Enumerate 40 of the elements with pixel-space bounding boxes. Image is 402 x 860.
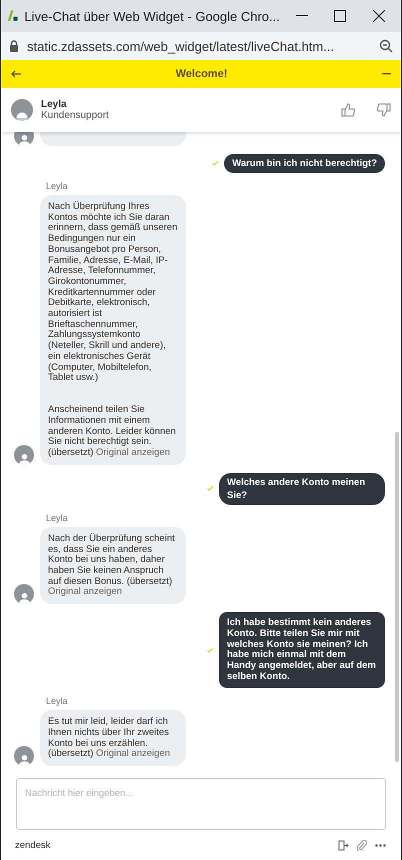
show-original-link[interactable]: Original anzeigen bbox=[96, 447, 170, 458]
person-icon bbox=[18, 452, 30, 465]
window-title: Live-Chat über Web Widget - Google Chro... bbox=[24, 8, 280, 24]
message-input[interactable]: Nachricht hier eingeben... bbox=[17, 779, 385, 829]
more-button[interactable] bbox=[375, 844, 386, 846]
scrollbar-thumb[interactable] bbox=[395, 432, 399, 762]
check-icon bbox=[207, 648, 213, 653]
brand-name: zendesk bbox=[15, 840, 52, 850]
visitor-message: Ich habe bestimmt kein anderes Konto. Bitte teilen Sie mir mit welches Konto sie meinen? Ich habe mich einmal mit dem Handy angemeldet, aber auf dem selben Konto. bbox=[219, 612, 385, 688]
close-icon bbox=[372, 10, 385, 22]
maximize-icon bbox=[334, 10, 346, 22]
attach-button[interactable] bbox=[357, 840, 367, 850]
widget-title: Welcome! bbox=[176, 68, 228, 80]
thumbs-up-button[interactable] bbox=[341, 103, 355, 117]
agent-message: Nach der Überprüfung scheint es, dass Sie ein anderes Konto bei uns haben, daher haben Sie keinen Anspruch auf diesen Bonus. (übersetzt) Original anzeigen bbox=[48, 534, 176, 598]
visitor-message: Warum bin ich nicht berechtigt? bbox=[224, 154, 385, 173]
person-icon bbox=[18, 134, 30, 146]
show-original-link[interactable]: Original anzeigen bbox=[48, 586, 122, 598]
person-icon bbox=[18, 754, 30, 766]
agent-name: Leyla bbox=[41, 99, 68, 110]
sender-name: Leyla bbox=[46, 696, 68, 706]
back-button[interactable] bbox=[11, 70, 21, 78]
end-chat-button[interactable] bbox=[338, 840, 349, 850]
minimize-icon bbox=[296, 15, 308, 17]
sender-name: Leyla bbox=[46, 512, 68, 523]
visitor-message: Welches andere Konto meinen Sie? bbox=[219, 472, 385, 505]
app-logo-icon bbox=[7, 8, 18, 24]
check-icon bbox=[207, 486, 213, 492]
agent-message: Es tut mir leid, leider darf ich Ihnen nichts über Ihr zweites Konto bei uns erzählen. (übersetzt) Original anzeigen bbox=[48, 717, 171, 760]
zoom-button[interactable] bbox=[379, 39, 393, 53]
minimize-widget-button[interactable] bbox=[382, 73, 391, 75]
sender-name: Leyla bbox=[46, 181, 68, 191]
agent-role: Kundensupport bbox=[41, 110, 110, 121]
lock-icon bbox=[9, 40, 19, 52]
thumbs-down-button[interactable] bbox=[377, 103, 391, 117]
agent-message: Nach Überprüfung Ihres Kontos möchte ich Sie daran erinnern, dass gemäß unseren Bedingungen nur ein Bonusangebot pro Person, Familie, Adresse, E-Mail, IP-Adresse, Telefonnummer, Girokontonummer, Kreditkartennummer oder Debitkarte, elektronisch, autorisiert ist Brieftaschennummer, Zahlungssystemkonto (Neteller, Skrill und andere), ein elektronisches Gerät (Computer, Mobiltelefon, Tablet usw.) Anscheinend teilen Sie Informationen mit einem anderen Konto. Leider können Sie nicht berechtigt sein. (übersetzt) Original anzeigen bbox=[48, 202, 178, 459]
check-icon bbox=[212, 161, 218, 166]
show-original-link[interactable]: Original anzeigen bbox=[96, 748, 170, 760]
agent-avatar bbox=[11, 99, 33, 121]
person-icon bbox=[18, 592, 30, 604]
